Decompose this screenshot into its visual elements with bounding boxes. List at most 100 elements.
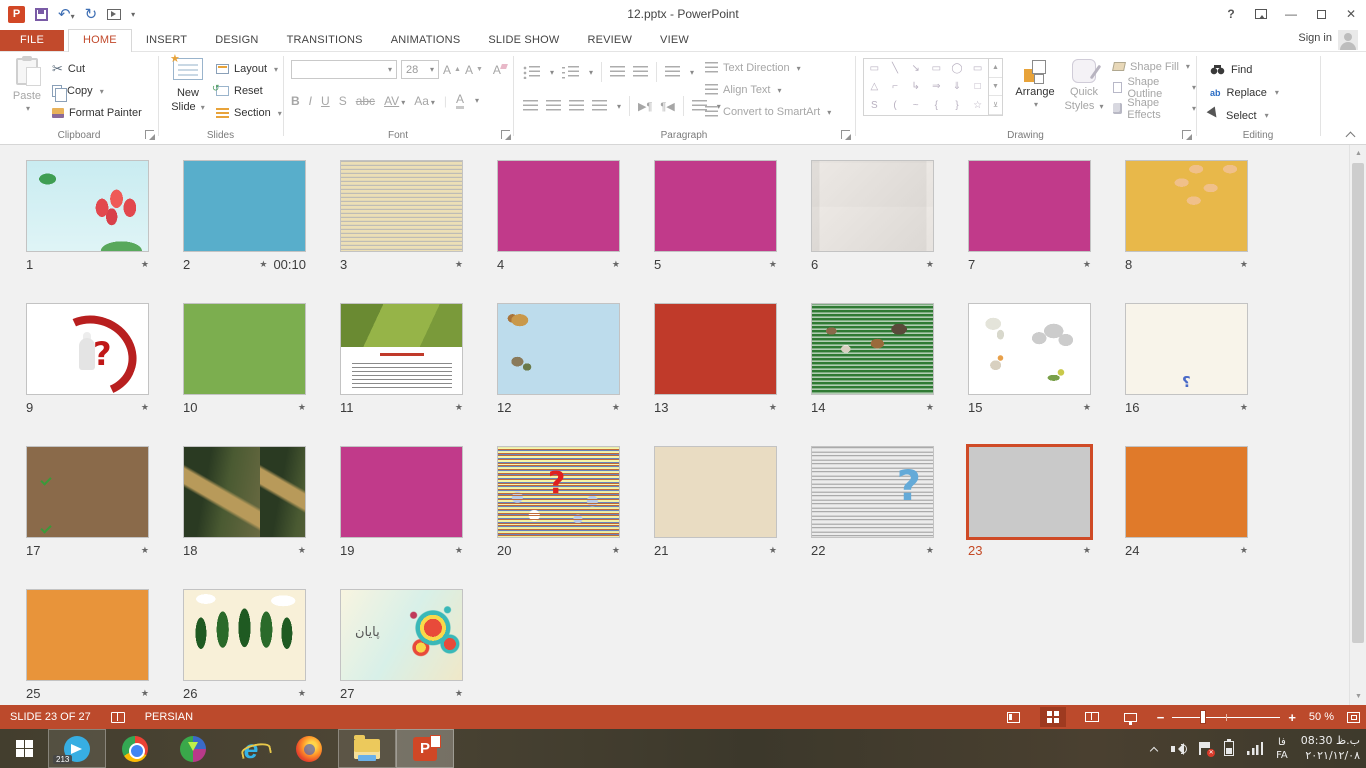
transition-star-icon[interactable]: ★ (141, 688, 149, 699)
cut-button[interactable]: ✂Cut (52, 58, 142, 80)
slide-cell-10[interactable]: 10★ (183, 303, 306, 419)
redo-icon[interactable]: ↻ (85, 7, 98, 22)
justify-icon[interactable] (592, 100, 607, 113)
network-signal-icon[interactable] (1247, 742, 1263, 755)
tab-home[interactable]: HOME (68, 29, 132, 52)
slide-thumbnail-9[interactable]: ? (26, 303, 149, 395)
tab-animations[interactable]: ANIMATIONS (377, 30, 475, 51)
transition-star-icon[interactable]: ★ (612, 545, 620, 556)
slide-cell-3[interactable]: 3★ (340, 160, 463, 276)
tab-insert[interactable]: INSERT (132, 30, 201, 51)
slide-cell-16[interactable]: ؟16★ (1125, 303, 1248, 419)
slide-thumbnail-24[interactable] (1125, 446, 1248, 538)
collapse-ribbon-icon[interactable] (1346, 132, 1356, 138)
strikethrough-button[interactable]: abc (356, 94, 375, 108)
language-indicator[interactable]: PERSIAN (145, 711, 193, 723)
tab-file[interactable]: FILE (0, 30, 64, 51)
align-right-icon[interactable] (569, 100, 584, 113)
transition-star-icon[interactable]: ★ (769, 259, 777, 270)
save-icon[interactable] (35, 8, 48, 21)
transition-star-icon[interactable]: ★ (1083, 545, 1091, 556)
transition-star-icon[interactable]: ★ (455, 402, 463, 413)
shrink-font-button[interactable]: A▼ (465, 63, 483, 77)
clock[interactable]: ب.ظ 08:30٢٠٢١/١٢/٠٨ (1301, 734, 1360, 764)
slide-cell-7[interactable]: 7★ (968, 160, 1091, 276)
reset-button[interactable]: Reset (216, 80, 282, 102)
taskbar-chrome[interactable] (106, 729, 164, 768)
slide-thumbnail-10[interactable] (183, 303, 306, 395)
tab-slide-show[interactable]: SLIDE SHOW (474, 30, 573, 51)
font-size-combo[interactable]: 28▾ (401, 60, 439, 79)
zoom-out-icon[interactable]: − (1157, 710, 1165, 725)
shapes-gallery[interactable]: ▭╲↘▭◯▭△⌐↳⇒⇓□S(~{}☆ ▲▼⊻ (863, 58, 1003, 116)
tab-review[interactable]: REVIEW (573, 30, 646, 51)
spell-check-icon[interactable] (111, 712, 125, 723)
slide-show-button[interactable] (1118, 707, 1144, 727)
slide-sorter-view-button[interactable] (1040, 707, 1066, 727)
volume-icon[interactable] (1171, 743, 1186, 755)
customize-qat-icon[interactable]: ▾ (131, 10, 135, 19)
start-slideshow-icon[interactable] (107, 9, 121, 20)
transition-star-icon[interactable]: ★ (298, 402, 306, 413)
transition-star-icon[interactable]: ★ (612, 259, 620, 270)
slide-cell-25[interactable]: 25★ (26, 589, 149, 705)
shape-glyph[interactable]: ▭ (932, 63, 941, 74)
arrange-button[interactable]: Arrange▾ (1011, 58, 1059, 110)
transition-star-icon[interactable]: ★ (1240, 259, 1248, 270)
shape-glyph[interactable]: ⌐ (892, 81, 898, 92)
line-spacing-icon[interactable] (665, 66, 680, 79)
transition-star-icon[interactable]: ★ (298, 545, 306, 556)
increase-indent-icon[interactable] (633, 66, 648, 79)
paste-button[interactable]: Paste▾ (10, 58, 44, 136)
ltr-direction-icon[interactable]: ▶¶ (638, 100, 652, 113)
transition-star-icon[interactable]: ★ (141, 402, 149, 413)
transition-star-icon[interactable]: ★ (141, 545, 149, 556)
slide-cell-15[interactable]: 15★ (968, 303, 1091, 419)
shape-glyph[interactable]: } (955, 100, 958, 111)
slide-thumbnail-15[interactable] (968, 303, 1091, 395)
taskbar-powerpoint[interactable]: P (396, 729, 454, 768)
slide-cell-9[interactable]: ?9★ (26, 303, 149, 419)
replace-button[interactable]: abReplace▾ (1210, 81, 1279, 104)
tab-view[interactable]: VIEW (646, 30, 703, 51)
shapes-gallery-scroll[interactable]: ▲▼⊻ (988, 59, 1002, 115)
reading-view-button[interactable] (1079, 707, 1105, 727)
account-avatar[interactable] (1338, 30, 1358, 50)
slide-cell-11[interactable]: 11★ (340, 303, 463, 419)
underline-button[interactable]: U (321, 94, 330, 108)
align-center-icon[interactable] (546, 100, 561, 113)
help-icon[interactable]: ? (1216, 0, 1246, 28)
zoom-level[interactable]: 50 % (1309, 711, 1334, 723)
font-dialog-launcher[interactable] (501, 130, 510, 139)
font-color-button[interactable]: A (456, 92, 464, 109)
select-button[interactable]: Select▾ (1210, 104, 1279, 127)
shape-glyph[interactable]: ☆ (973, 100, 982, 111)
shape-fill-button[interactable]: Shape Fill▾ (1113, 56, 1196, 77)
find-button[interactable]: Find (1210, 58, 1279, 81)
restore-icon[interactable] (1306, 0, 1336, 28)
slide-thumbnail-7[interactable] (968, 160, 1091, 252)
grow-font-button[interactable]: A▲ (443, 63, 461, 77)
transition-star-icon[interactable]: ★ (455, 259, 463, 270)
battery-icon[interactable] (1224, 741, 1234, 756)
slide-cell-19[interactable]: 19★ (340, 446, 463, 562)
slide-cell-14[interactable]: 14★ (811, 303, 934, 419)
slide-thumbnail-12[interactable] (497, 303, 620, 395)
slide-cell-6[interactable]: 6★ (811, 160, 934, 276)
zoom-in-icon[interactable]: + (1288, 710, 1296, 725)
text-direction-button[interactable]: Text Direction▾ (705, 57, 831, 79)
slide-cell-13[interactable]: 13★ (654, 303, 777, 419)
powerpoint-app-icon[interactable]: P (8, 6, 25, 23)
language-switcher[interactable]: فاFA (1276, 736, 1288, 762)
italic-button[interactable]: I (309, 94, 312, 108)
shadow-button[interactable]: S (339, 94, 347, 108)
section-button[interactable]: Section▾ (216, 102, 282, 124)
align-left-icon[interactable] (523, 100, 538, 113)
sign-in-link[interactable]: Sign in (1298, 32, 1332, 44)
slide-cell-24[interactable]: 24★ (1125, 446, 1248, 562)
shape-glyph[interactable]: ~ (913, 100, 919, 111)
new-slide-button[interactable]: NewSlide ▾ (166, 58, 210, 115)
taskbar-telegram[interactable]: 213 (48, 729, 106, 768)
slide-cell-5[interactable]: 5★ (654, 160, 777, 276)
shape-glyph[interactable]: ▭ (870, 63, 879, 74)
